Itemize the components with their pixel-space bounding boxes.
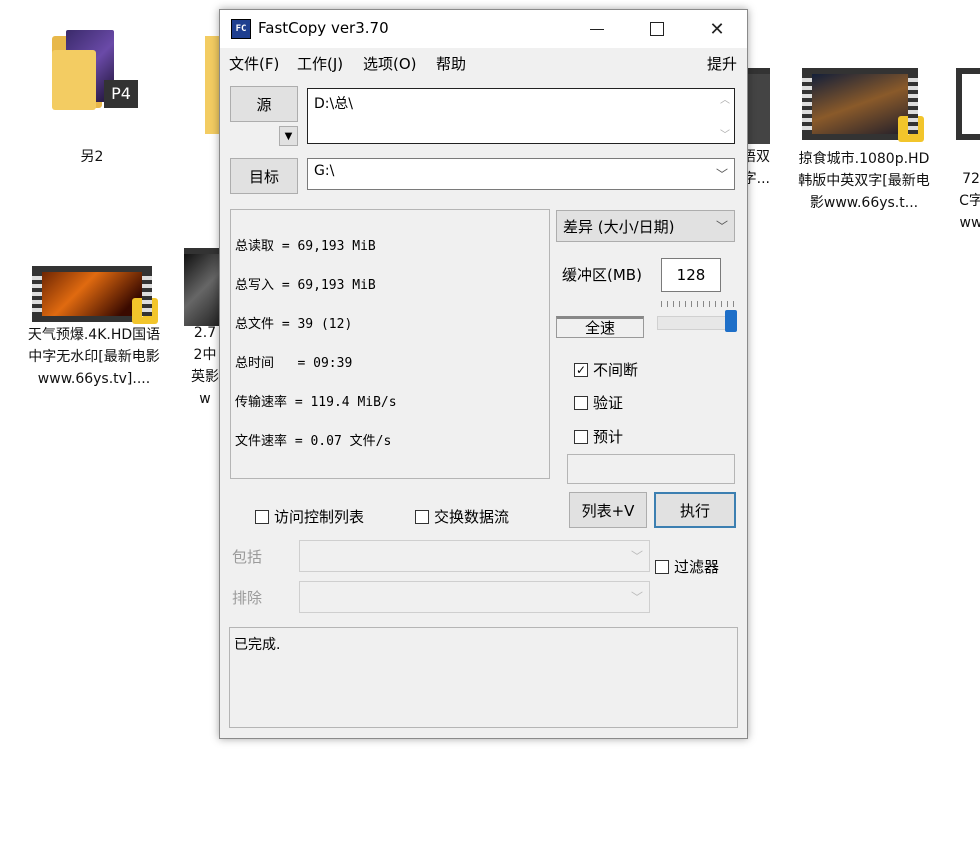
menu-job[interactable]: 工作(J) — [297, 53, 343, 74]
speed-slider-ticks — [661, 301, 737, 307]
list-button[interactable]: 列表+V — [569, 492, 647, 528]
stats-panel: 总读取 = 69,193 MiB 总写入 = 69,193 MiB 总文件 = … — [230, 209, 550, 479]
folder-icon: P4 — [52, 30, 138, 110]
target-button[interactable]: 目标 — [230, 158, 298, 194]
close-button[interactable]: ✕ — [687, 10, 747, 48]
folder-icon-partial — [205, 36, 219, 134]
menu-help[interactable]: 帮助 — [436, 53, 466, 74]
target-path-text: G:\ — [314, 163, 335, 179]
desktop-icon-label: 天气预爆.4K.HD国语中字无水印[最新电影www.66ys.tv].... — [27, 327, 161, 387]
checkbox-filter[interactable]: 过滤器 — [655, 556, 719, 577]
checkbox-label: 访问控制列表 — [274, 508, 365, 526]
desktop-icon-label: 2.72中英影w — [191, 325, 219, 407]
checkbox-icon — [415, 509, 429, 524]
fastcopy-app-icon: FC — [231, 19, 251, 39]
status-text: 已完成. — [234, 637, 281, 653]
desktop-icon-label: .国语双字... — [748, 149, 770, 187]
minimize-button[interactable] — [567, 10, 627, 48]
stats-line: 总时间 = 09:39 — [235, 356, 353, 371]
desktop-icon-label: 掠食城市.1080p.HD韩版中英双字[最新电影www.66ys.t... — [798, 151, 930, 211]
speed-slider-thumb[interactable] — [725, 310, 737, 332]
stats-line: 总写入 = 69,193 MiB — [235, 278, 376, 293]
desktop-icon-document[interactable]: 72C字ww — [952, 66, 980, 246]
video-thumbnail-icon — [802, 68, 924, 142]
source-path-text: D:\总\ — [314, 96, 353, 112]
minimize-icon — [590, 28, 604, 30]
exclude-filter-combobox[interactable]: ﹀ — [299, 581, 650, 613]
chevron-down-icon[interactable]: ﹀ — [716, 166, 728, 183]
video-thumbnail-icon — [32, 266, 158, 324]
checkbox-label: 不间断 — [593, 361, 639, 379]
scroll-down-icon[interactable]: ﹀ — [720, 126, 730, 141]
document-icon — [956, 68, 980, 140]
menu-file[interactable]: 文件(F) — [229, 53, 279, 74]
maximize-icon — [650, 22, 664, 36]
menu-elevate[interactable]: 提升 — [707, 53, 737, 74]
checkbox-alt-streams[interactable]: 交换数据流 — [415, 506, 509, 527]
exclude-label: 排除 — [232, 589, 263, 607]
checkbox-icon: ✓ — [574, 362, 588, 377]
title-bar[interactable]: FC FastCopy ver3.70 ✕ — [220, 10, 747, 48]
checkbox-verify[interactable]: 验证 — [574, 392, 623, 413]
checkbox-label: 交换数据流 — [434, 508, 510, 526]
video-thumbnail-icon — [748, 68, 770, 144]
stats-line: 传输速率 = 119.4 MiB/s — [235, 395, 397, 410]
buffer-label: 缓冲区(MB) — [562, 266, 642, 284]
stats-line: 总读取 = 69,193 MiB — [235, 239, 376, 254]
checkbox-acl[interactable]: 访问控制列表 — [255, 506, 364, 527]
chevron-down-icon: ﹀ — [630, 590, 643, 605]
checkbox-label: 验证 — [593, 394, 624, 412]
badge-p4: P4 — [104, 80, 138, 108]
player-icon — [132, 298, 158, 324]
chevron-down-icon: ﹀ — [715, 219, 728, 234]
desktop-icon-video[interactable]: .国语双字... — [748, 66, 772, 236]
mode-select-value: 差异 (大小/日期) — [563, 217, 675, 236]
chevron-down-icon: ﹀ — [630, 549, 643, 564]
maximize-button[interactable] — [627, 10, 687, 48]
close-icon: ✕ — [709, 18, 725, 40]
speed-label: 全速 — [556, 316, 644, 338]
menu-bar: 文件(F) 工作(J) 选项(O) 帮助 提升 — [220, 48, 747, 76]
checkbox-label: 过滤器 — [674, 558, 720, 576]
checkbox-icon — [255, 509, 269, 524]
stats-line: 文件速率 = 0.07 文件/s — [235, 434, 392, 449]
triangle-down-icon: ▼ — [284, 130, 293, 142]
window-title: FastCopy ver3.70 — [258, 19, 389, 37]
include-label: 包括 — [232, 548, 263, 566]
source-button[interactable]: 源 — [230, 86, 298, 122]
fastcopy-window: FC FastCopy ver3.70 ✕ 文件(F) 工作(J) 选项(O) … — [219, 9, 748, 739]
desktop-icon-video[interactable]: 2.72中英影w — [180, 244, 220, 424]
checkbox-estimate[interactable]: 预计 — [574, 426, 623, 447]
player-icon — [898, 116, 924, 142]
execute-button[interactable]: 执行 — [654, 492, 736, 528]
menu-options[interactable]: 选项(O) — [363, 53, 417, 74]
desktop-icon-label: 另2 — [80, 149, 104, 165]
checkbox-icon — [574, 395, 588, 410]
include-filter-combobox[interactable]: ﹀ — [299, 540, 650, 572]
checkbox-label: 预计 — [593, 428, 624, 446]
video-thumbnail-icon — [184, 248, 220, 326]
desktop-icon-label: 72C字ww — [959, 171, 980, 231]
checkbox-no-interrupt[interactable]: ✓ 不间断 — [574, 359, 638, 380]
progress-area — [567, 454, 735, 484]
stats-line: 总文件 = 39 (12) — [235, 317, 353, 332]
mode-select[interactable]: 差异 (大小/日期) ﹀ — [556, 210, 735, 242]
status-log: 已完成. — [229, 627, 738, 728]
checkbox-icon — [655, 559, 669, 574]
source-path-input[interactable]: D:\总\ ︿ ﹀ — [307, 88, 735, 144]
scroll-up-icon[interactable]: ︿ — [720, 91, 730, 106]
source-history-button[interactable]: ▼ — [279, 126, 298, 146]
checkbox-icon — [574, 429, 588, 444]
buffer-size-input[interactable]: 128 — [661, 258, 721, 292]
target-path-combobox[interactable]: G:\ ﹀ — [307, 158, 735, 190]
